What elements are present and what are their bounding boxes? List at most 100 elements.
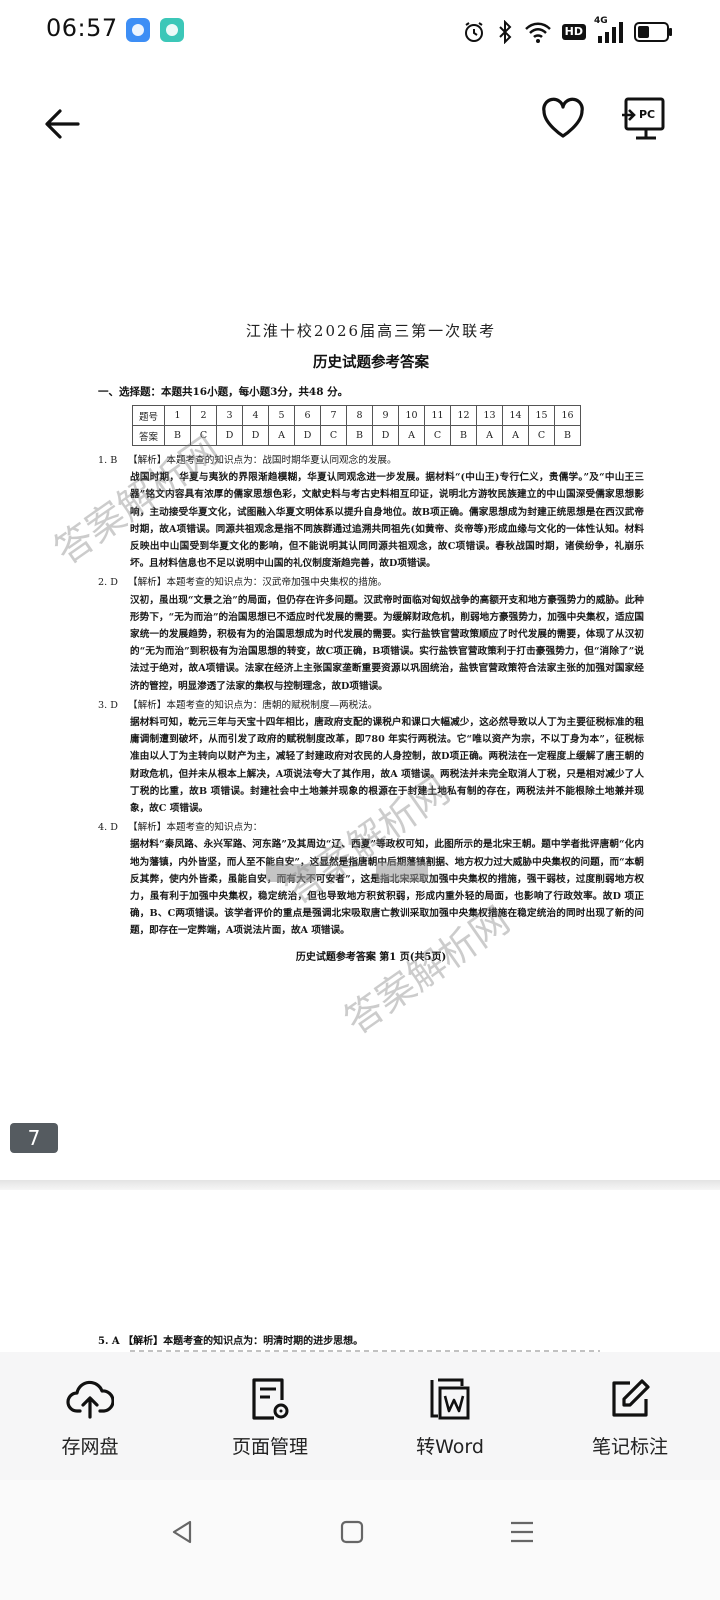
tool-label: 笔记标注 xyxy=(591,1436,668,1458)
table-cell: B xyxy=(164,425,191,446)
bottom-toolbar: 存网盘 页面管理 转Word 笔记标注 xyxy=(0,1352,720,1480)
bluetooth-icon xyxy=(496,20,514,44)
page-settings-icon xyxy=(245,1374,295,1424)
nav-menu-icon xyxy=(511,1521,533,1543)
status-bar: 06:57 HD 4G xyxy=(0,0,720,64)
tool-label: 存网盘 xyxy=(61,1436,119,1458)
table-cell: D xyxy=(294,425,321,446)
heart-icon xyxy=(542,97,584,138)
viewer-header: PC xyxy=(0,80,720,160)
page-number-badge: 7 xyxy=(10,1123,58,1153)
page-divider xyxy=(0,1180,720,1190)
nav-menu-button[interactable] xyxy=(500,1510,544,1554)
table-cell: 9 xyxy=(372,405,399,426)
question-head: 3. D 【解析】本题考查的知识点为：唐朝的赋税制度—两税法。 xyxy=(98,697,644,714)
save-to-cloud-button[interactable]: 存网盘 xyxy=(0,1352,180,1480)
question-topic: 【解析】本题考查的知识点为： xyxy=(128,822,263,834)
next-page-text: 5. A 【解析】本题考查的知识点为：明清时期的进步思想。 xyxy=(98,1336,364,1347)
table-cell: C xyxy=(190,425,217,446)
nav-back-button[interactable] xyxy=(160,1510,204,1554)
question-body: 汉初，虽出现“文景之治”的局面，但仍存在许多问题。汉武帝时面临对匈奴战争的高额开… xyxy=(130,594,644,692)
table-cell: 8 xyxy=(346,405,373,426)
table-cell: C xyxy=(528,425,555,446)
chat-app-icon xyxy=(160,18,184,42)
table-cell: D xyxy=(372,425,399,446)
pc-label: PC xyxy=(639,108,656,121)
table-head: 答案 xyxy=(132,425,165,446)
hd-icon: HD xyxy=(561,24,586,40)
table-cell: 13 xyxy=(476,405,503,426)
favorite-button[interactable] xyxy=(540,96,586,142)
question-body: 据材料“秦凤路、永兴军路、河东路”及其周边“辽、西夏”等政权可知，此图所示的是北… xyxy=(130,839,644,937)
question-body: 战国时期，华夏与夷狄的界限渐趋模糊，华夏认同观念进一步发展。据材料“(中山王)专… xyxy=(130,472,644,570)
table-cell: A xyxy=(502,425,529,446)
question-explanation: 3. D 【解析】本题考查的知识点为：唐朝的赋税制度—两税法。 据材料可知，乾元三… xyxy=(98,697,644,817)
question-number: 4. D xyxy=(98,822,118,834)
table-head: 题号 xyxy=(132,405,165,426)
document-footer: 历史试题参考答案 第1 页(共5页) xyxy=(295,951,447,963)
table-cell: B xyxy=(346,425,373,446)
question-explanation: 2. D 【解析】本题考查的知识点为：汉武帝加强中央集权的措施。 汉初，虽出现“文… xyxy=(98,574,644,694)
alarm-icon xyxy=(462,20,486,44)
question-head: 2. D 【解析】本题考查的知识点为：汉武帝加强中央集权的措施。 xyxy=(98,574,644,591)
table-cell: B xyxy=(450,425,477,446)
document-content: 江淮十校2026届高三第一次联考 历史试题参考答案 一、选择题：本题共16小题，… xyxy=(98,320,644,963)
nav-home-icon xyxy=(340,1520,364,1544)
cloud-app-icon xyxy=(126,18,150,42)
arrow-left-icon xyxy=(45,109,80,139)
table-cell: 7 xyxy=(320,405,347,426)
question-topic: 【解析】本题考查的知识点为：唐朝的赋税制度—两税法。 xyxy=(128,699,378,711)
edit-note-icon xyxy=(605,1374,655,1424)
table-cell: 15 xyxy=(528,405,555,426)
table-cell: 2 xyxy=(190,405,217,426)
table-cell: 11 xyxy=(424,405,451,426)
answer-table-row-answers: 答案 B C D D A D C B D A C B A A C B xyxy=(132,425,581,446)
question-number: 3. D xyxy=(98,699,118,711)
table-cell: D xyxy=(216,425,243,446)
network-label: 4G xyxy=(594,16,608,26)
table-cell: 16 xyxy=(554,405,581,426)
table-cell: C xyxy=(424,425,451,446)
table-cell: 10 xyxy=(398,405,425,426)
question-number: 1. B xyxy=(98,455,118,466)
table-cell: A xyxy=(268,425,295,446)
question-topic: 【解析】本题考查的知识点为：汉武帝加强中央集权的措施。 xyxy=(128,577,388,589)
section-heading: 一、选择题：本题共16小题，每小题3分，共48 分。 xyxy=(98,386,349,398)
table-cell: 4 xyxy=(242,405,269,426)
document-page[interactable]: 江淮十校2026届高三第一次联考 历史试题参考答案 一、选择题：本题共16小题，… xyxy=(0,170,720,1180)
note-annotation-button[interactable]: 笔记标注 xyxy=(540,1352,720,1480)
table-cell: A xyxy=(476,425,503,446)
signal-icon: 4G xyxy=(594,16,624,44)
back-button[interactable] xyxy=(38,100,86,148)
tool-label: 页面管理 xyxy=(231,1436,308,1458)
nav-back-icon xyxy=(172,1520,192,1544)
battery-icon xyxy=(634,21,674,43)
page-management-button[interactable]: 页面管理 xyxy=(180,1352,360,1480)
question-topic: 【解析】本题考查的知识点为：战国时期华夏认同观念的发展。 xyxy=(128,455,397,466)
pc-view-button[interactable]: PC xyxy=(620,96,666,142)
document-school: 江淮十校2026届高三第一次联考 xyxy=(245,322,497,340)
table-cell: 3 xyxy=(216,405,243,426)
question-head: 4. D 【解析】本题考查的知识点为： xyxy=(98,819,644,836)
next-document-page[interactable]: 5. A 【解析】本题考查的知识点为：明清时期的进步思想。 xyxy=(0,1190,720,1360)
answer-table-row-numbers: 题号 1 2 3 4 5 6 7 8 9 10 11 12 13 14 15 1… xyxy=(132,405,581,426)
status-time: 06:57 xyxy=(46,14,118,42)
wifi-icon xyxy=(524,20,552,44)
tool-label: 转Word xyxy=(416,1436,484,1458)
question-number: 2. D xyxy=(98,577,118,589)
cloud-upload-icon xyxy=(65,1374,115,1424)
table-cell: 12 xyxy=(450,405,477,426)
document-title: 历史试题参考答案 xyxy=(313,354,429,371)
answer-table: 题号 1 2 3 4 5 6 7 8 9 10 11 12 13 14 15 1… xyxy=(132,405,581,446)
table-cell: 1 xyxy=(164,405,191,426)
table-cell: 14 xyxy=(502,405,529,426)
blur-mark xyxy=(266,864,316,882)
blur-mark xyxy=(376,862,428,882)
convert-to-word-button[interactable]: 转Word xyxy=(360,1352,540,1480)
question-explanation: 1. B 【解析】本题考查的知识点为：战国时期华夏认同观念的发展。 战国时期，华夏… xyxy=(98,452,644,572)
word-convert-icon xyxy=(425,1374,475,1424)
table-cell: 6 xyxy=(294,405,321,426)
nav-home-button[interactable] xyxy=(330,1510,374,1554)
table-cell: C xyxy=(320,425,347,446)
table-cell: A xyxy=(398,425,425,446)
